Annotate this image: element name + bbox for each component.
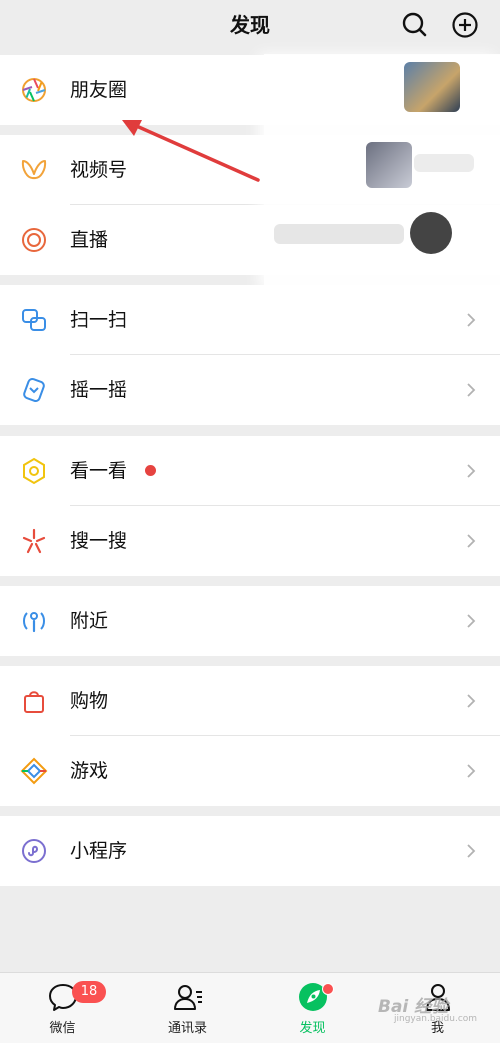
row-shake[interactable]: 摇一摇	[0, 355, 500, 425]
chevron-right-icon	[467, 614, 476, 628]
row-label: 直播	[70, 229, 109, 251]
chevron-right-icon	[467, 464, 476, 478]
row-scan[interactable]: 扫一扫	[0, 285, 500, 355]
top-stories-icon	[23, 457, 45, 485]
header-bar: 发现	[0, 0, 500, 54]
watermark-subtext: jingyan.baidu.com	[394, 1014, 478, 1024]
row-label: 摇一摇	[70, 379, 128, 401]
mini-program-icon	[22, 839, 46, 863]
chevron-right-icon	[467, 764, 476, 778]
live-preview-text	[274, 224, 404, 244]
search-star-icon	[22, 528, 46, 554]
games-diamond-icon	[20, 757, 48, 785]
unread-badge: 18	[72, 981, 106, 1003]
channels-preview-text	[414, 154, 474, 172]
live-thumbnail	[410, 212, 452, 254]
row-search[interactable]: 搜一搜	[0, 506, 500, 576]
chevron-right-icon	[467, 383, 476, 397]
shake-icon	[23, 377, 45, 403]
red-dot-badge	[145, 465, 156, 476]
tab-label: 发现	[299, 1021, 326, 1036]
shopping-bag-icon	[24, 691, 44, 713]
row-label: 游戏	[70, 760, 109, 782]
discover-red-dot	[322, 983, 334, 995]
plus-circle-icon	[452, 12, 478, 38]
row-label: 小程序	[70, 840, 128, 862]
row-label: 购物	[70, 690, 109, 712]
row-label: 扫一扫	[70, 309, 128, 331]
annotation-arrow	[122, 120, 260, 182]
baidu-watermark: Bai 经验 jingyan.baidu.com	[378, 982, 496, 1032]
row-label: 看一看	[70, 460, 128, 482]
contacts-icon	[174, 985, 202, 1010]
chevron-right-icon	[467, 534, 476, 548]
moments-thumbnail	[404, 62, 460, 112]
row-label: 搜一搜	[70, 530, 128, 552]
row-top-stories[interactable]: 看一看	[0, 436, 500, 506]
tab-contacts[interactable]: 通讯录	[125, 973, 250, 1043]
add-button[interactable]	[448, 8, 482, 42]
row-mini-programs[interactable]: 小程序	[0, 816, 500, 886]
row-nearby[interactable]: 附近	[0, 586, 500, 656]
tab-discover[interactable]: 发现	[250, 973, 375, 1043]
blurred-thumbnail-panel	[264, 54, 500, 290]
chevron-right-icon	[467, 844, 476, 858]
tab-label: 微信	[49, 1021, 76, 1036]
moments-aperture-icon	[22, 78, 46, 102]
chevron-right-icon	[467, 313, 476, 327]
chevron-right-icon	[467, 694, 476, 708]
row-shopping[interactable]: 购物	[0, 666, 500, 736]
scan-icon	[22, 309, 46, 331]
live-ring-icon	[22, 228, 46, 252]
channels-butterfly-icon	[21, 160, 47, 180]
row-games[interactable]: 游戏	[0, 736, 500, 806]
search-icon	[402, 12, 427, 37]
search-button[interactable]	[398, 8, 432, 42]
channels-thumbnail	[366, 142, 412, 188]
row-label: 附近	[70, 610, 109, 632]
tab-chats[interactable]: 18 微信	[0, 973, 125, 1043]
tab-label: 通讯录	[167, 1021, 207, 1036]
nearby-icon	[23, 612, 45, 633]
